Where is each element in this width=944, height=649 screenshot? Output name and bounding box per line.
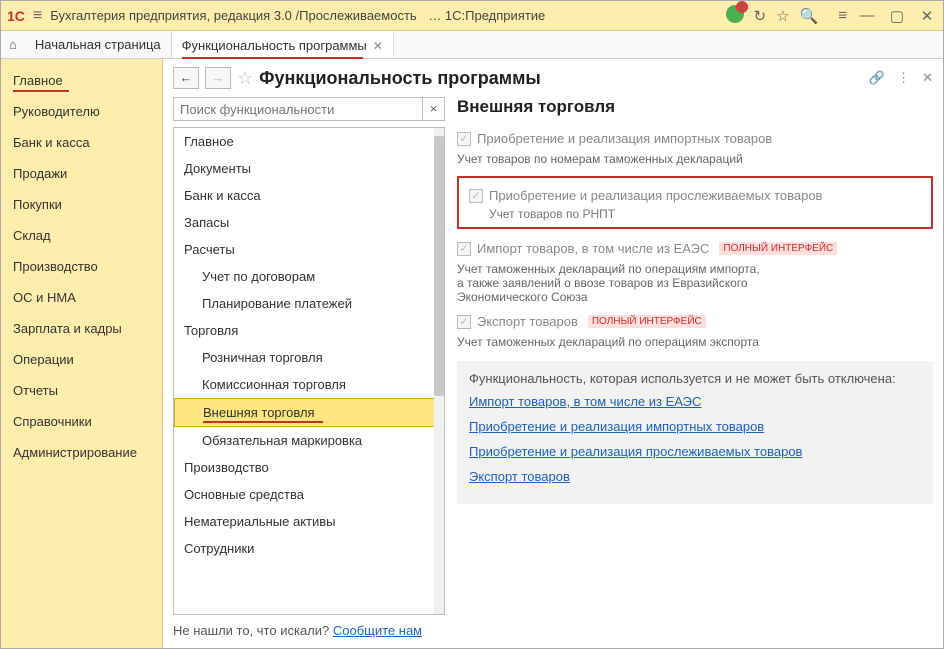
checkbox-export-label: Экспорт товаров — [477, 314, 578, 329]
tree-item[interactable]: Учет по договорам — [174, 263, 444, 290]
customize-icon[interactable]: ≡ — [838, 7, 847, 24]
full-interface-badge: ПОЛНЫЙ ИНТЕРФЕЙС — [719, 242, 837, 255]
checkbox-import-goods-label: Приобретение и реализация импортных това… — [477, 131, 772, 146]
notifications-badge: 1 — [736, 1, 748, 13]
nav-back-button[interactable]: ← — [173, 67, 199, 89]
tree-item[interactable]: Нематериальные активы — [174, 508, 444, 535]
home-button[interactable]: ⌂ — [1, 31, 25, 58]
tab-functionality[interactable]: Функциональность программы ✕ — [172, 31, 394, 58]
checkbox-traceable-goods: ✓ — [469, 189, 483, 203]
used-link[interactable]: Экспорт товаров — [469, 469, 921, 484]
sidebar-item[interactable]: Руководителю — [1, 96, 162, 127]
search-icon[interactable]: 🔍 — [800, 7, 819, 25]
tree[interactable]: ГлавноеДокументыБанк и кассаЗапасыРасчет… — [173, 127, 445, 615]
used-link[interactable]: Приобретение и реализация импортных това… — [469, 419, 921, 434]
notifications-icon[interactable]: 1 — [726, 5, 744, 27]
search-clear-button[interactable]: × — [423, 97, 445, 121]
tree-item[interactable]: Главное — [174, 128, 444, 155]
tree-item[interactable]: Производство — [174, 454, 444, 481]
full-interface-badge-2: ПОЛНЫЙ ИНТЕРФЕЙС — [588, 315, 706, 328]
favorites-icon[interactable]: ☆ — [776, 7, 789, 25]
tree-item[interactable]: Комиссионная торговля — [174, 371, 444, 398]
checkbox-import-eaes: ✓ — [457, 242, 471, 256]
tree-item[interactable]: Запасы — [174, 209, 444, 236]
sidebar-item[interactable]: Продажи — [1, 158, 162, 189]
tree-item[interactable]: Расчеты — [174, 236, 444, 263]
highlight-box: ✓ Приобретение и реализация прослеживаем… — [457, 176, 933, 229]
sidebar-item[interactable]: Зарплата и кадры — [1, 313, 162, 344]
page-title: Функциональность программы — [259, 68, 541, 89]
checkbox-traceable-goods-label: Приобретение и реализация прослеживаемых… — [489, 188, 822, 203]
tree-item[interactable]: Торговля — [174, 317, 444, 344]
tree-item[interactable]: Основные средства — [174, 481, 444, 508]
tree-item[interactable]: Банк и касса — [174, 182, 444, 209]
tree-item[interactable]: Документы — [174, 155, 444, 182]
sidebar-item[interactable]: Администрирование — [1, 437, 162, 468]
menu-icon[interactable]: ≡ — [33, 7, 42, 25]
sidebar-item[interactable]: Склад — [1, 220, 162, 251]
opt3-desc: Учет таможенных деклараций по операциям … — [457, 260, 933, 310]
tree-item[interactable]: Обязательная маркировка — [174, 427, 444, 454]
close-button[interactable]: ✕ — [917, 7, 937, 25]
sidebar-item[interactable]: Производство — [1, 251, 162, 282]
sidebar-item[interactable]: Отчеты — [1, 375, 162, 406]
tree-item[interactable]: Розничная торговля — [174, 344, 444, 371]
maximize-button[interactable]: ▢ — [887, 7, 907, 25]
sidebar-item[interactable]: Главное — [1, 65, 162, 96]
nav-forward-button: → — [205, 67, 231, 89]
opt4-desc: Учет таможенных деклараций по операциям … — [457, 333, 933, 355]
opt1-desc: Учет товаров по номерам таможенных декла… — [457, 150, 933, 172]
scroll-thumb[interactable] — [434, 136, 444, 396]
tree-item[interactable]: Внешняя торговля — [174, 398, 444, 427]
checkbox-import-eaes-label: Импорт товаров, в том числе из ЕАЭС — [477, 241, 709, 256]
sidebar-item[interactable]: Банк и касса — [1, 127, 162, 158]
checkbox-export: ✓ — [457, 315, 471, 329]
used-link[interactable]: Импорт товаров, в том числе из ЕАЭС — [469, 394, 921, 409]
logo-1c: 1C — [7, 8, 25, 24]
sidebar-item[interactable]: Покупки — [1, 189, 162, 220]
tab-close-icon[interactable]: ✕ — [373, 39, 383, 53]
sidebar-item[interactable]: Операции — [1, 344, 162, 375]
tab-start-page[interactable]: Начальная страница — [25, 31, 172, 58]
opt2-desc: Учет товаров по РНПТ — [469, 207, 921, 221]
used-functionality-box: Функциональность, которая используется и… — [457, 361, 933, 504]
tree-item[interactable]: Планирование платежей — [174, 290, 444, 317]
scrollbar[interactable] — [434, 128, 444, 614]
favorite-star-icon[interactable]: ☆ — [237, 68, 253, 89]
used-link[interactable]: Приобретение и реализация прослеживаемых… — [469, 444, 921, 459]
history-icon[interactable]: ↻ — [754, 7, 767, 25]
sidebar: ГлавноеРуководителюБанк и кассаПродажиПо… — [1, 59, 163, 648]
footer-prompt: Не нашли то, что искали? — [173, 623, 333, 638]
more-icon[interactable]: ⋮ — [897, 70, 910, 86]
close-page-icon[interactable]: ✕ — [922, 70, 933, 86]
sidebar-item[interactable]: ОС и НМА — [1, 282, 162, 313]
sidebar-item[interactable]: Справочники — [1, 406, 162, 437]
footer-link[interactable]: Сообщите нам — [333, 623, 422, 638]
tree-item[interactable]: Сотрудники — [174, 535, 444, 562]
link-icon[interactable]: 🔗 — [869, 70, 885, 86]
app-title-suffix: … 1С:Предприятие — [428, 8, 545, 23]
used-label: Функциональность, которая используется и… — [469, 371, 921, 386]
search-input[interactable] — [173, 97, 423, 121]
subpage-title: Внешняя торговля — [457, 97, 933, 117]
app-title: Бухгалтерия предприятия, редакция 3.0 /П… — [50, 8, 416, 23]
minimize-button[interactable]: — — [857, 7, 877, 24]
checkbox-import-goods: ✓ — [457, 132, 471, 146]
